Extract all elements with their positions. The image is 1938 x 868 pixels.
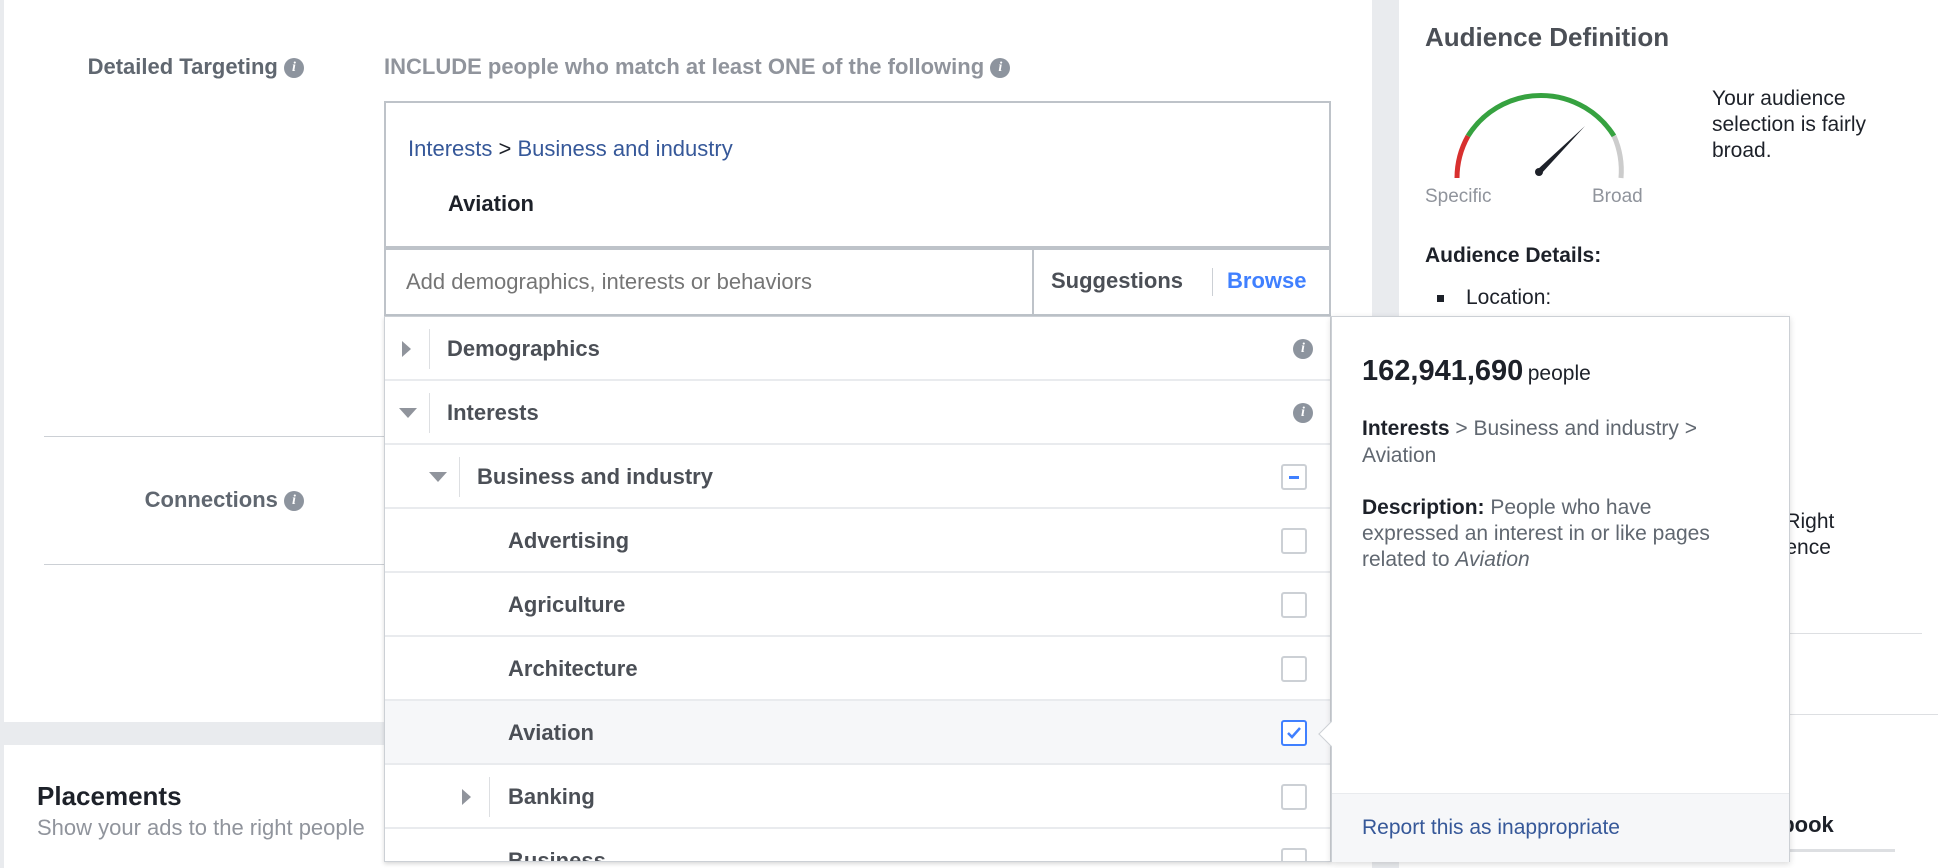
checkbox[interactable]	[1281, 592, 1307, 618]
info-icon[interactable]: i	[284, 491, 304, 512]
browse-row-architecture[interactable]: Architecture	[385, 637, 1330, 701]
gauge-needle	[1537, 126, 1585, 174]
checkbox-checked[interactable]	[1281, 720, 1307, 746]
gauge-specific-label: Specific	[1425, 186, 1492, 207]
report-inappropriate-link[interactable]: Report this as inappropriate	[1362, 816, 1620, 840]
browse-row-label: Demographics	[447, 336, 600, 361]
gauge-broad-label: Broad	[1592, 186, 1643, 207]
search-input[interactable]	[386, 250, 1034, 314]
audience-size: 162,941,690 people	[1362, 355, 1591, 387]
caret-down-icon[interactable]	[429, 472, 447, 482]
path-business-link[interactable]: Business and industry	[517, 136, 732, 161]
checkbox[interactable]	[1281, 848, 1307, 861]
info-icon[interactable]: i	[284, 58, 304, 79]
tooltip-footer: Report this as inappropriate	[1332, 793, 1789, 862]
browse-row-label: Banking	[508, 784, 595, 809]
browse-tab[interactable]: Browse	[1227, 268, 1306, 294]
checkbox[interactable]	[1281, 656, 1307, 682]
caret-right-icon[interactable]	[462, 789, 471, 805]
audience-gauge	[1454, 93, 1624, 179]
browse-row-label: Aviation	[508, 720, 594, 745]
browse-row-banking[interactable]: Banking	[385, 765, 1330, 829]
checkbox-partial[interactable]	[1281, 464, 1307, 490]
minus-icon	[1289, 476, 1299, 479]
browse-row-aviation[interactable]: Aviation	[385, 701, 1330, 765]
info-icon[interactable]: i	[1293, 339, 1313, 359]
divider	[489, 777, 490, 817]
browse-row-agriculture[interactable]: Agriculture	[385, 573, 1330, 637]
gauge-specific-arc	[1454, 134, 1471, 179]
browse-row-label: Advertising	[508, 528, 630, 553]
browse-row-label: Interests	[447, 400, 539, 425]
browse-row-label: Business	[508, 848, 606, 862]
path-interests-link[interactable]: Interests	[408, 136, 492, 161]
selected-path: Interests > Business and industry	[408, 136, 733, 161]
divider	[429, 393, 430, 433]
search-input-wrap: Suggestions Browse	[384, 246, 1331, 316]
interest-path: Interests > Business and industry > Avia…	[1362, 417, 1698, 467]
targeting-box: Interests > Business and industry Aviati…	[384, 101, 1331, 248]
placements-title: Placements	[37, 781, 182, 811]
browse-row-label: Business and industry	[477, 464, 713, 489]
browse-row-label: Agriculture	[508, 592, 626, 617]
info-icon[interactable]: i	[1293, 403, 1313, 423]
interest-description: Description: People who have expressed a…	[1362, 496, 1710, 571]
audience-title: Audience Definition	[1425, 22, 1670, 52]
divider	[459, 457, 460, 497]
divider	[1212, 268, 1213, 296]
connections-label: Connections i	[145, 487, 304, 513]
include-text: INCLUDE people who match at least ONE of…	[384, 54, 1011, 80]
divider	[44, 436, 394, 437]
checkmark-icon	[1287, 727, 1301, 739]
caret-right-icon[interactable]	[402, 341, 411, 357]
checkbox[interactable]	[1281, 784, 1307, 810]
audience-details-title: Audience Details:	[1425, 244, 1602, 267]
detailed-targeting-label: Detailed Targeting i	[88, 54, 304, 80]
info-icon[interactable]: i	[990, 58, 1011, 79]
browse-row-label: Architecture	[508, 656, 638, 681]
interest-detail-tooltip: 162,941,690 people Interests > Business …	[1318, 316, 1790, 862]
divider	[44, 564, 394, 565]
placements-subtitle: Show your ads to the right people	[37, 815, 365, 840]
caret-down-icon[interactable]	[399, 408, 417, 418]
checkbox[interactable]	[1281, 528, 1307, 554]
location-item: Location:	[1437, 286, 1551, 310]
gauge-broad-arc	[1611, 134, 1624, 179]
browse-dropdown: Demographics i Interests i Business and indu…	[384, 316, 1331, 862]
browse-row-interests[interactable]: Interests i	[385, 381, 1330, 445]
browse-row-demographics[interactable]: Demographics i	[385, 317, 1330, 381]
gauge-good-arc	[1465, 93, 1617, 138]
browse-row-advertising[interactable]: Advertising	[385, 509, 1330, 573]
browse-row-business-and-industry[interactable]: Business and industry	[385, 445, 1330, 509]
audience-summary: Your audience selection is fairly broad.	[1712, 87, 1867, 162]
divider	[429, 329, 430, 369]
suggestions-tab[interactable]: Suggestions	[1051, 268, 1183, 294]
browse-row-business[interactable]: Business	[385, 829, 1330, 862]
selected-item[interactable]: Aviation	[448, 191, 534, 217]
